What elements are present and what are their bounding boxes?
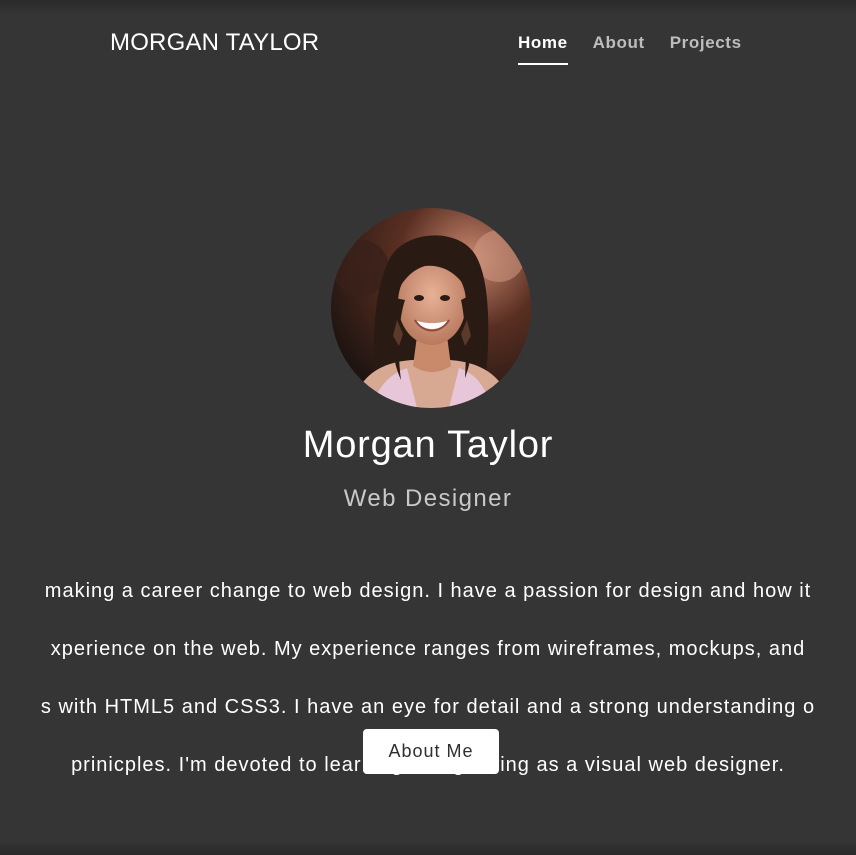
profile-photo-image [331, 208, 531, 408]
hero-role: Web Designer [343, 485, 513, 512]
profile-photo [331, 208, 531, 408]
site-logo[interactable]: MORGAN TAYLOR [110, 29, 319, 57]
page: MORGAN TAYLOR Home About Projects Morgan… [0, 0, 856, 855]
about-me-button[interactable]: About Me [363, 729, 499, 774]
nav-projects[interactable]: Projects [670, 33, 742, 65]
nav-home[interactable]: Home [518, 33, 568, 65]
bio-line: xperience on the web. My experience rang… [50, 638, 806, 660]
bio-line: s with HTML5 and CSS3. I have an eye for… [40, 696, 816, 718]
main-nav: Home About Projects [518, 33, 767, 65]
bio-line: making a career change to web design. I … [44, 580, 812, 602]
hero-name: Morgan Taylor [302, 424, 554, 466]
nav-about[interactable]: About [593, 33, 645, 65]
